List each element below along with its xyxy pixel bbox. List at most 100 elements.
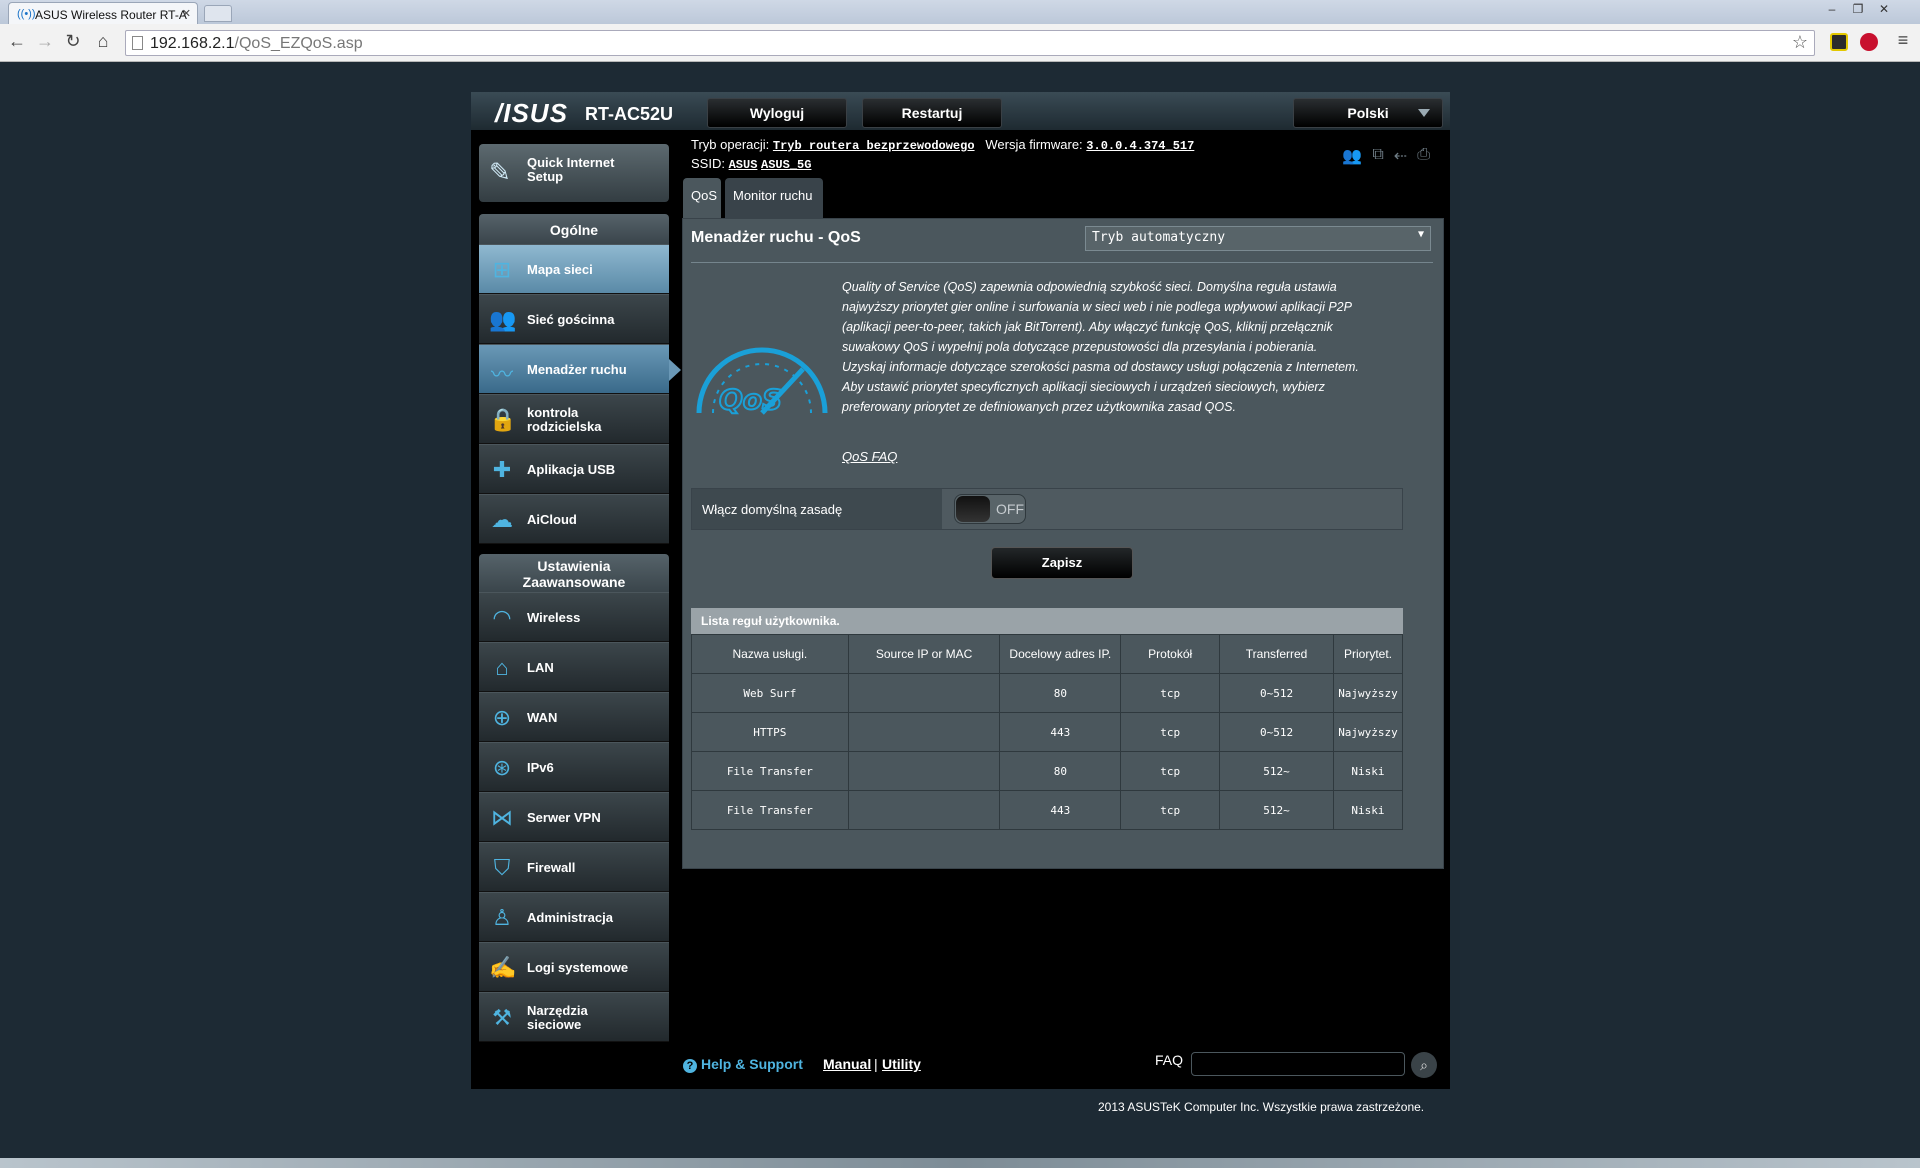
help-support: ? Help & Support <box>683 1056 803 1073</box>
faq-label: FAQ <box>1155 1052 1184 1068</box>
extension-icon[interactable] <box>1830 33 1848 51</box>
puzzle-icon: ✚ <box>492 457 512 482</box>
qos-panel: Menadżer ruchu - QoS Tryb automatyczny ▼… <box>682 218 1444 869</box>
table-cell: Web Surf <box>691 673 849 713</box>
magic-wand-icon: ✎ <box>489 157 511 187</box>
enable-default-rule-label: Włącz domyślną zasadę <box>692 489 942 529</box>
restart-button[interactable]: Restartuj <box>862 98 1002 128</box>
qos-faq-link[interactable]: QoS FAQ <box>842 449 897 464</box>
sidebar-item-wireless[interactable]: ◠ Wireless <box>479 592 669 642</box>
sidebar-item-aicloud[interactable]: ☁ AiCloud <box>479 494 669 544</box>
table-cell: Najwyższy <box>1332 712 1404 752</box>
copy-icon[interactable]: ⧉ <box>1372 146 1383 166</box>
model-name: RT-AC52U <box>585 104 674 124</box>
address-bar[interactable]: 192.168.2.1/QoS_EZQoS.asp ☆ <box>125 30 1815 56</box>
vpn-icon: ⋈ <box>491 805 513 830</box>
printer-icon[interactable]: ⎙ <box>1417 146 1430 166</box>
column-header: Transferred <box>1219 634 1334 674</box>
sidebar-item-network-tools[interactable]: ⚒ Narzędzia sieciowe <box>479 992 669 1042</box>
sidebar-item-system-log[interactable]: ✍ Logi systemowe <box>479 942 669 992</box>
table-row: File Transfer 443 tcp 512~ Niski <box>691 790 1404 830</box>
url-path: /QoS_EZQoS.asp <box>234 35 363 52</box>
sidebar-item-guest-network[interactable]: 👥 Sieć gościnna <box>479 294 669 344</box>
globe-icon: ⊕ <box>492 705 512 730</box>
sidebar-item-administration[interactable]: ♙ Administracja <box>479 892 669 942</box>
sidebar-item-wan[interactable]: ⊕ WAN <box>479 692 669 742</box>
reload-icon[interactable]: ↻ <box>62 31 84 52</box>
lock-icon: 🔒 <box>489 407 517 432</box>
search-icon[interactable]: ⌕ <box>1411 1052 1437 1078</box>
firmware-link[interactable]: 3.0.0.4.374_517 <box>1086 139 1194 153</box>
enable-default-rule-row: Włącz domyślną zasadę OFF <box>691 488 1403 530</box>
tab-qos[interactable]: QoS <box>683 178 721 218</box>
table-cell: tcp <box>1120 751 1221 791</box>
operation-mode-link[interactable]: Tryb routera bezprzewodowego <box>773 139 975 153</box>
table-cell: tcp <box>1120 673 1221 713</box>
sidebar-item-label: Aplikacja USB <box>527 462 616 477</box>
minimize-icon[interactable]: – <box>1822 2 1842 16</box>
clients-icon[interactable]: 👥 <box>1342 146 1362 166</box>
close-window-icon[interactable]: ✕ <box>1874 2 1894 16</box>
sidebar-item-lan[interactable]: ⌂ LAN <box>479 642 669 692</box>
new-tab-button[interactable] <box>204 5 232 22</box>
qos-toggle[interactable]: OFF <box>954 494 1026 524</box>
save-button[interactable]: Zapisz <box>991 547 1133 579</box>
ssid-link-1[interactable]: ASUS <box>729 158 758 172</box>
table-cell <box>847 751 1001 791</box>
table-cell: 443 <box>999 712 1122 752</box>
usb-icon[interactable]: ⇠ <box>1394 146 1407 166</box>
quick-setup-button[interactable]: ✎ Quick Internet Setup <box>479 144 669 202</box>
close-tab-icon[interactable]: ✕ <box>182 7 191 20</box>
table-cell: 512~ <box>1219 790 1334 830</box>
column-header: Priorytet. <box>1332 634 1404 674</box>
ipv6-icon: ⊛ <box>492 755 512 780</box>
browser-tab-strip: ((•)) ASUS Wireless Router RT-A ✕ – ❐ ✕ <box>0 0 1920 24</box>
wifi-favicon-icon: ((•)) <box>17 8 36 20</box>
table-cell <box>847 712 1001 752</box>
sidebar-item-label: WAN <box>527 710 558 725</box>
tools-icon: ⚒ <box>492 1005 512 1030</box>
sidebar-item-parental-control[interactable]: 🔒 kontrola rodzicielska <box>479 394 669 444</box>
table-cell: Niski <box>1332 790 1404 830</box>
logout-button[interactable]: Wyloguj <box>707 98 847 128</box>
current-indicator <box>669 359 681 381</box>
sidebar-item-firewall[interactable]: ⛉ Firewall <box>479 842 669 892</box>
sidebar-item-network-map[interactable]: ⊞ Mapa sieci <box>479 244 669 294</box>
user-rules-title: Lista reguł użytkownika. <box>691 608 1403 634</box>
forward-icon[interactable]: → <box>34 31 56 52</box>
divider <box>691 262 1433 263</box>
sidebar-item-label: IPv6 <box>527 760 554 775</box>
qos-mode-select[interactable]: Tryb automatyczny ▼ <box>1085 226 1431 251</box>
advanced-section-title: Ustawienia Zaawansowane <box>479 554 669 592</box>
help-icon: ? <box>683 1059 697 1073</box>
home-icon[interactable]: ⌂ <box>92 31 114 52</box>
table-row: File Transfer 80 tcp 512~ Niski <box>691 751 1404 791</box>
bookmark-star-icon[interactable]: ☆ <box>1792 32 1808 53</box>
faq-search-input[interactable] <box>1191 1052 1405 1076</box>
column-header: Source IP or MAC <box>847 634 1001 674</box>
ssid-link-2[interactable]: ASUS_5G <box>761 158 811 172</box>
sidebar-item-usb-app[interactable]: ✚ Aplikacja USB <box>479 444 669 494</box>
status-icons: 👥 ⧉ ⇠ ⎙ <box>1342 146 1430 166</box>
utility-link[interactable]: Utility <box>882 1056 921 1072</box>
adblock-icon[interactable] <box>1860 33 1878 51</box>
sidebar-item-ipv6[interactable]: ⊛ IPv6 <box>479 742 669 792</box>
manual-link[interactable]: Manual <box>823 1056 871 1072</box>
browser-tab[interactable]: ((•)) ASUS Wireless Router RT-A ✕ <box>8 2 198 24</box>
toggle-state: OFF <box>996 501 1024 517</box>
table-cell: 512~ <box>1219 751 1334 791</box>
sidebar-item-vpn[interactable]: ⋈ Serwer VPN <box>479 792 669 842</box>
menu-icon[interactable]: ≡ <box>1892 30 1914 51</box>
sidebar-item-traffic-manager[interactable]: 〰 Menadżer ruchu <box>479 344 681 394</box>
language-label: Polski <box>1347 105 1389 121</box>
language-select[interactable]: Polski <box>1293 98 1443 128</box>
table-cell <box>847 790 1001 830</box>
table-cell: HTTPS <box>691 712 849 752</box>
shield-icon: ⛉ <box>493 855 511 880</box>
general-section-title: Ogólne <box>479 214 669 244</box>
restore-icon[interactable]: ❐ <box>1848 2 1868 16</box>
ssid-label: SSID: <box>691 156 725 171</box>
table-cell: 0~512 <box>1219 712 1334 752</box>
back-icon[interactable]: ← <box>6 31 28 52</box>
tab-traffic-monitor[interactable]: Monitor ruchu <box>725 178 823 218</box>
